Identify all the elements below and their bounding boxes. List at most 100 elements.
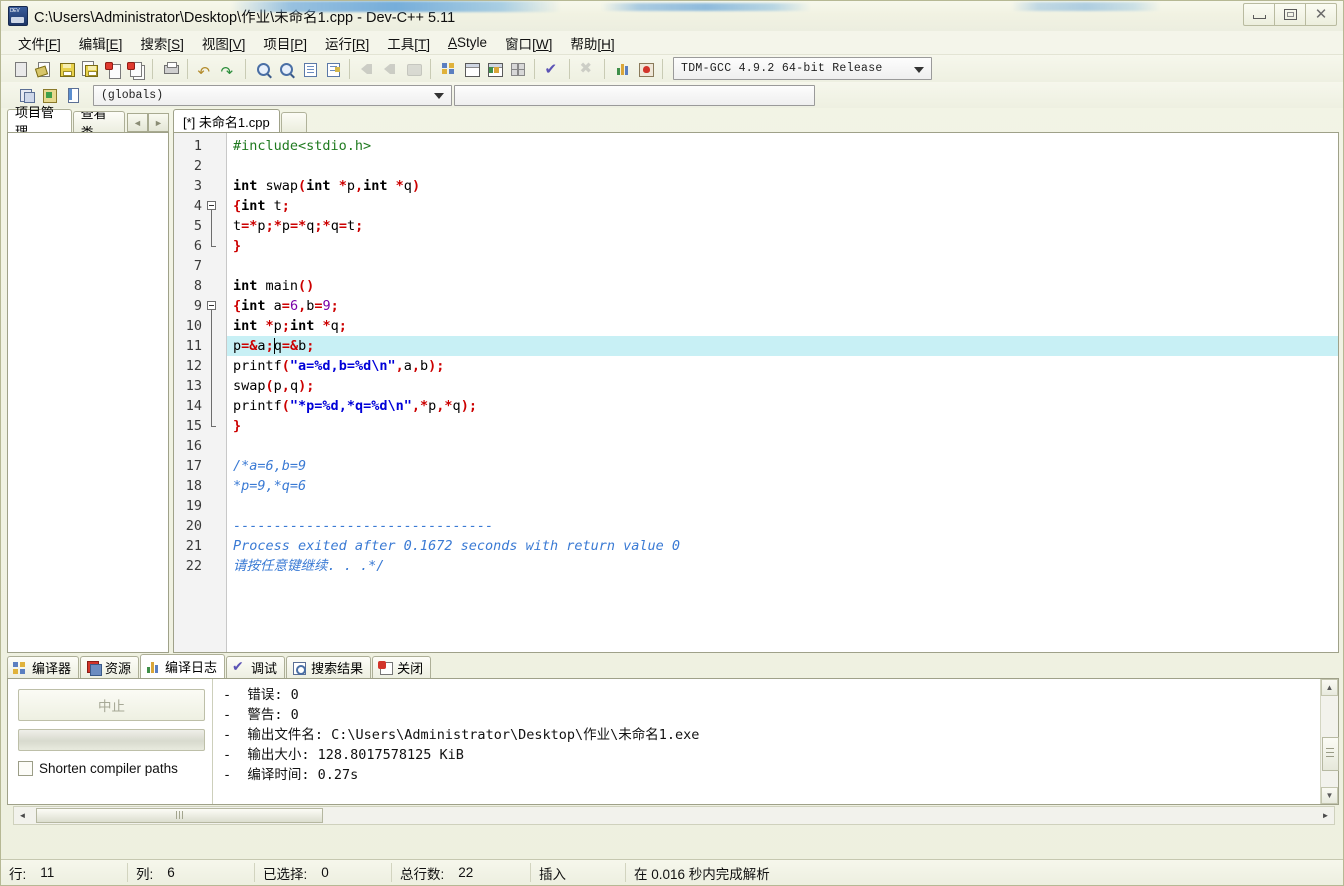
code-line[interactable]: printf("a=%d,b=%d\n",a,b); <box>227 356 1338 376</box>
tab-scroll-prev-button[interactable]: ◄ <box>127 113 148 132</box>
new-file-button[interactable] <box>9 58 31 80</box>
save-all-button[interactable] <box>78 58 100 80</box>
stop-button[interactable]: ✖ <box>576 58 598 80</box>
save-button[interactable] <box>55 58 77 80</box>
code-line[interactable]: } <box>227 416 1338 436</box>
code-line[interactable]: -------------------------------- <box>227 516 1338 536</box>
back-button[interactable] <box>356 58 378 80</box>
tab-debug[interactable]: ✔ 调试 <box>226 656 286 678</box>
print-toolbar-group <box>159 58 181 80</box>
menu-project[interactable]: 项目[P] <box>254 31 316 55</box>
scroll-right-button[interactable]: ► <box>1317 808 1334 823</box>
fold-collapse-icon[interactable] <box>207 301 216 310</box>
scroll-thumb[interactable] <box>1322 737 1339 771</box>
tab-untitled1-cpp[interactable]: [*] 未命名1.cpp <box>173 109 280 132</box>
code-line[interactable] <box>227 496 1338 516</box>
log-horizontal-scrollbar[interactable]: ◄ ► <box>13 806 1335 825</box>
find-next-button[interactable] <box>275 58 297 80</box>
log-vertical-scrollbar[interactable]: ▲ ▼ <box>1320 679 1339 804</box>
hscroll-thumb[interactable] <box>36 808 323 823</box>
tab-compiler[interactable]: 编译器 <box>7 656 80 678</box>
redo-icon: ↷ <box>220 62 234 81</box>
compile-log-text[interactable]: - 错误: 0 - 警告: 0 - 输出文件名: C:\Users\Administ… <box>213 679 1320 804</box>
code-line[interactable]: t=*p;*p=*q;*q=t; <box>227 216 1338 236</box>
code-line[interactable] <box>227 256 1338 276</box>
scope-select[interactable]: (globals) <box>93 84 452 106</box>
menu-search[interactable]: 搜索[S] <box>131 31 193 55</box>
code-line[interactable] <box>227 156 1338 176</box>
close-file-button[interactable] <box>101 58 123 80</box>
code-line[interactable]: 请按任意键继续. . .*/ <box>227 556 1338 576</box>
code-text-area[interactable]: #include<stdio.h> int swap(int *p,int *q)… <box>227 133 1338 652</box>
fold-collapse-icon[interactable] <box>207 201 216 210</box>
goto-line-button[interactable] <box>298 58 320 80</box>
insert-button[interactable] <box>15 84 37 106</box>
menu-file[interactable]: 文件[F] <box>9 31 70 55</box>
code-line[interactable]: int main() <box>227 276 1338 296</box>
tile-button[interactable] <box>506 58 528 80</box>
tab-resource[interactable]: 资源 <box>80 656 140 678</box>
shorten-paths-row[interactable]: Shorten compiler paths <box>18 761 204 776</box>
print-button[interactable] <box>159 58 181 80</box>
toggle-bookmark-button[interactable] <box>38 84 60 106</box>
menu-help[interactable]: 帮助[H] <box>561 31 623 55</box>
code-line[interactable]: {int t; <box>227 196 1338 216</box>
code-line[interactable]: printf("*p=%d,*q=%d\n",*p,*q); <box>227 396 1338 416</box>
undo-button[interactable]: ↶ <box>194 58 216 80</box>
maximize-button[interactable] <box>1274 3 1306 26</box>
menu-view[interactable]: 视图[V] <box>193 31 255 55</box>
debug-button[interactable] <box>634 58 656 80</box>
open-file-button[interactable] <box>32 58 54 80</box>
menu-window[interactable]: 窗口[W] <box>496 31 561 55</box>
menu-astyle[interactable]: AStyle <box>439 33 496 52</box>
tab-close-panel[interactable]: 关闭 <box>372 656 432 678</box>
redo-button[interactable]: ↷ <box>217 58 239 80</box>
project-toolbar-group <box>437 58 528 80</box>
code-editor[interactable]: 1 2 3 4 5 6 7 8 9 10 11 12 13 14 15 16 17 18 19 20 21 22 #inc… <box>173 132 1339 653</box>
layout-button[interactable] <box>483 58 505 80</box>
code-line[interactable] <box>227 436 1338 456</box>
code-line[interactable]: *p=9,*q=6 <box>227 476 1338 496</box>
compiler-select[interactable]: TDM-GCC 4.9.2 64-bit Release <box>673 57 932 80</box>
forward-button[interactable] <box>379 58 401 80</box>
profile-button[interactable] <box>611 58 633 80</box>
code-line[interactable]: int *p;int *q; <box>227 316 1338 336</box>
find-icon <box>255 61 272 77</box>
tab-search-results[interactable]: 搜索结果 <box>286 656 372 678</box>
project-button[interactable] <box>437 58 459 80</box>
tab-class-browser[interactable]: 查看类 <box>72 111 125 132</box>
code-line[interactable]: {int a=6,b=9; <box>227 296 1338 316</box>
close-button[interactable]: ✕ <box>1305 3 1337 26</box>
abort-button[interactable]: 中止 <box>18 689 205 721</box>
member-select[interactable] <box>454 84 815 106</box>
status-insert-mode[interactable]: 插入 <box>531 863 626 882</box>
scroll-left-button[interactable]: ◄ <box>14 808 31 823</box>
goto-bookmark-button[interactable] <box>61 84 83 106</box>
tab-project-manager[interactable]: 项目管理 <box>7 105 72 139</box>
menu-edit[interactable]: 编辑[E] <box>70 31 132 55</box>
code-line[interactable]: p=&a;q=&b; <box>227 336 1338 356</box>
code-line[interactable]: swap(p,q); <box>227 376 1338 396</box>
tab-scroll-next-button[interactable]: ► <box>148 113 169 132</box>
menu-run[interactable]: 运行[R] <box>316 31 378 55</box>
toggle-breakpoint-button[interactable] <box>402 58 424 80</box>
shorten-paths-checkbox[interactable] <box>18 761 33 776</box>
code-line[interactable]: /*a=6,b=9 <box>227 456 1338 476</box>
code-line[interactable]: int swap(int *p,int *q) <box>227 176 1338 196</box>
close-all-button[interactable] <box>124 58 146 80</box>
minimize-button[interactable] <box>1243 3 1275 26</box>
scroll-down-button[interactable]: ▼ <box>1321 787 1338 804</box>
find-button[interactable] <box>252 58 274 80</box>
code-line[interactable]: Process exited after 0.1672 seconds with… <box>227 536 1338 556</box>
line-number: 18 <box>185 478 202 494</box>
code-line[interactable]: #include<stdio.h> <box>227 136 1338 156</box>
compile-button[interactable]: ✔ <box>541 58 563 80</box>
open-file-icon <box>34 61 52 77</box>
tab-compile-log[interactable]: 编译日志 <box>140 654 226 678</box>
scroll-up-button[interactable]: ▲ <box>1321 679 1338 696</box>
replace-button[interactable] <box>321 58 343 80</box>
new-window-button[interactable] <box>460 58 482 80</box>
project-tree[interactable] <box>7 132 169 653</box>
menu-tools[interactable]: 工具[T] <box>378 31 439 55</box>
code-line[interactable]: } <box>227 236 1338 256</box>
